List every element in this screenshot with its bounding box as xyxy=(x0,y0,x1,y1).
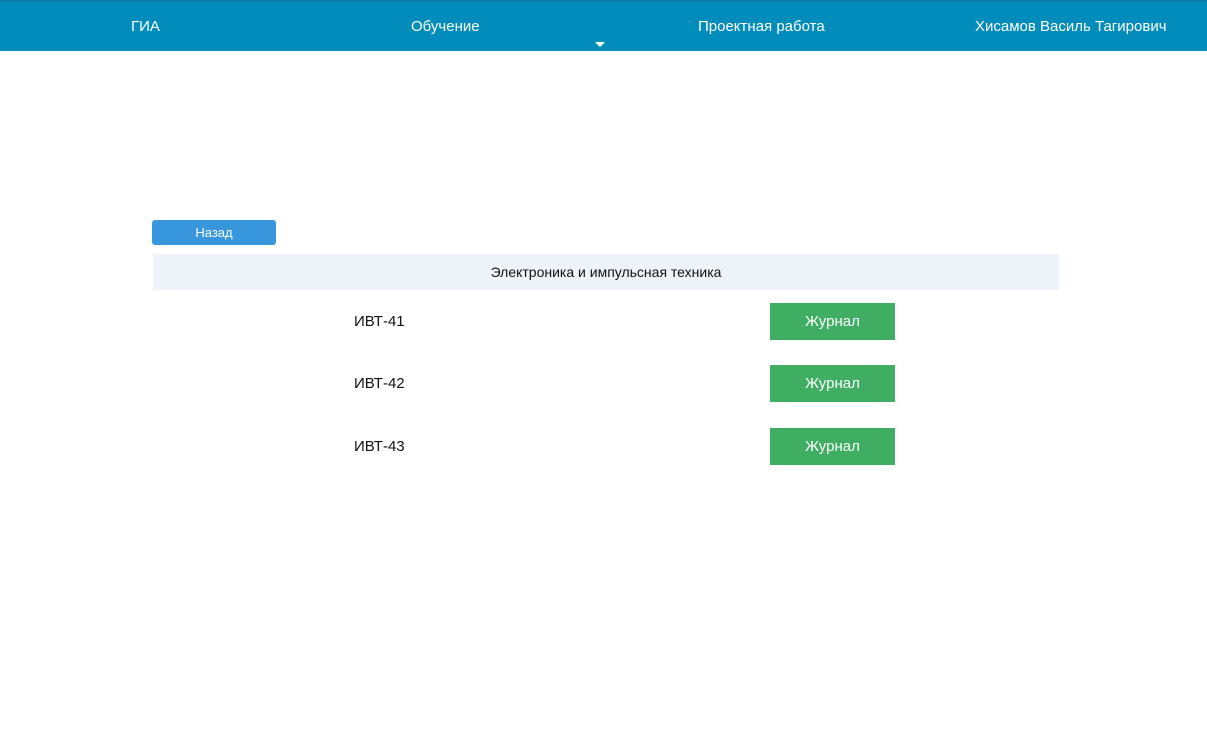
back-button[interactable]: Назад xyxy=(152,220,276,245)
group-name: ИВТ-43 xyxy=(354,438,405,455)
group-name: ИВТ-42 xyxy=(354,375,405,392)
caret-down-icon[interactable] xyxy=(595,42,605,47)
nav-item-learning[interactable]: Обучение xyxy=(411,1,480,52)
group-row: ИВТ-41 Журнал xyxy=(153,303,1059,341)
group-row: ИВТ-43 Журнал xyxy=(153,428,1059,466)
nav-item-gia[interactable]: ГИА xyxy=(131,1,160,52)
group-row: ИВТ-42 Журнал xyxy=(153,365,1059,403)
group-name: ИВТ-41 xyxy=(354,313,405,330)
journal-button[interactable]: Журнал xyxy=(770,365,895,402)
top-nav-bar: ГИА Обучение Проектная работа Хисамов Ва… xyxy=(0,0,1207,51)
journal-button[interactable]: Журнал xyxy=(770,303,895,340)
journal-button[interactable]: Журнал xyxy=(770,428,895,465)
nav-item-user[interactable]: Хисамов Василь Тагирович xyxy=(975,1,1167,52)
nav-item-project[interactable]: Проектная работа xyxy=(698,1,825,52)
subject-title: Электроника и импульсная техника xyxy=(153,254,1059,290)
